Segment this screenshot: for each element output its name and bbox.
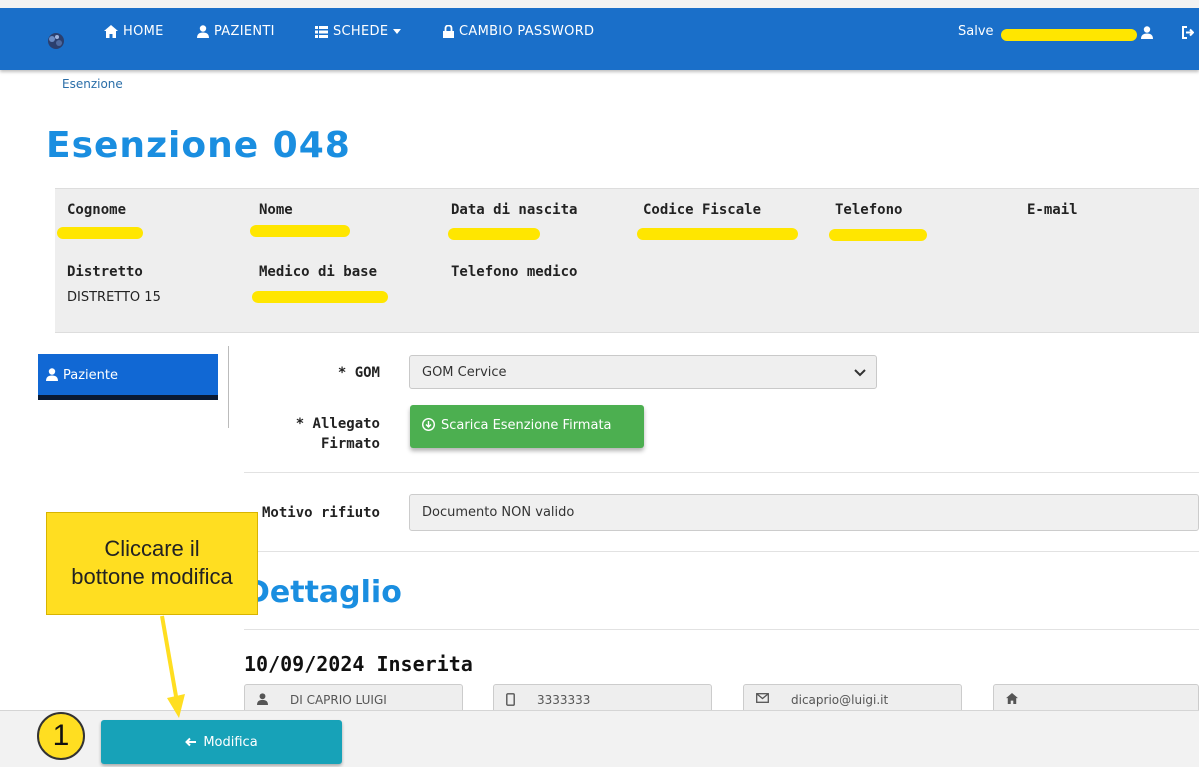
phone-label: Telefono bbox=[835, 202, 903, 218]
redacted-birth-date bbox=[448, 228, 540, 240]
tab-patient[interactable]: Paziente bbox=[38, 354, 218, 400]
redacted-tax-code bbox=[637, 228, 798, 240]
page-title: Esenzione 048 bbox=[46, 125, 351, 166]
breadcrumb[interactable]: Esenzione bbox=[62, 77, 123, 91]
detail-section-title: Dettaglio bbox=[245, 575, 402, 610]
step-number-badge: 1 bbox=[37, 712, 85, 760]
refusal-reason-field[interactable]: Documento NON valido bbox=[409, 494, 1199, 531]
user-icon bbox=[46, 368, 58, 381]
gom-select-value: GOM Cervice bbox=[422, 365, 507, 380]
divider bbox=[244, 551, 1199, 552]
nav-patients[interactable]: PAZIENTI bbox=[197, 24, 275, 39]
user-icon[interactable] bbox=[1141, 26, 1153, 39]
logout-icon[interactable] bbox=[1182, 26, 1194, 39]
lock-icon bbox=[443, 25, 454, 38]
redacted-phone bbox=[829, 229, 927, 241]
detail-date-status: 10/09/2024 Inserita bbox=[244, 652, 473, 676]
home-icon bbox=[104, 25, 118, 38]
tab-patient-label: Paziente bbox=[63, 368, 118, 383]
nav-cards-dropdown[interactable]: SCHEDE bbox=[315, 24, 402, 39]
edit-button[interactable]: Modifica bbox=[101, 720, 342, 764]
divider bbox=[244, 472, 1199, 473]
district-value: DISTRETTO 15 bbox=[67, 290, 161, 305]
gom-label: * GOM bbox=[337, 365, 380, 381]
callout-line-2: bottone modifica bbox=[71, 564, 233, 589]
chevron-down-icon bbox=[854, 369, 866, 377]
district-label: Distretto bbox=[67, 264, 143, 280]
nav-home-label: HOME bbox=[123, 24, 164, 39]
redacted-doctor bbox=[252, 291, 388, 303]
redacted-username bbox=[1001, 29, 1137, 41]
download-circle-icon bbox=[422, 418, 435, 431]
attachment-label: * Allegato Firmato bbox=[260, 414, 380, 454]
doctor-label: Medico di base bbox=[259, 264, 378, 280]
birth-date-label: Data di nascita bbox=[451, 202, 578, 218]
nav-change-password-label: CAMBIO PASSWORD bbox=[459, 24, 595, 39]
email-label: E-mail bbox=[1027, 202, 1078, 218]
user-icon bbox=[197, 25, 209, 38]
app-logo-icon[interactable] bbox=[44, 31, 68, 51]
home-icon bbox=[1006, 693, 1018, 704]
nav-change-password[interactable]: CAMBIO PASSWORD bbox=[443, 24, 594, 39]
download-button-label: Scarica Esenzione Firmata bbox=[441, 418, 612, 433]
download-signed-exemption-button[interactable]: Scarica Esenzione Firmata bbox=[410, 405, 644, 448]
refusal-reason-label: Motivo rifiuto bbox=[261, 505, 380, 521]
tax-code-label: Codice Fiscale bbox=[643, 202, 762, 218]
caret-down-icon bbox=[393, 29, 402, 34]
nav-cards-label: SCHEDE bbox=[333, 24, 389, 39]
list-icon bbox=[315, 25, 328, 38]
attachment-label-line-2: Firmato bbox=[320, 436, 380, 452]
doctor-phone-label: Telefono medico bbox=[451, 264, 578, 280]
divider bbox=[244, 629, 1199, 630]
name-label: Nome bbox=[259, 202, 293, 218]
envelope-icon bbox=[756, 693, 769, 703]
surname-label: Cognome bbox=[67, 202, 127, 218]
arrow-left-icon bbox=[185, 737, 197, 747]
nav-home[interactable]: HOME bbox=[104, 24, 164, 39]
attachment-label-line-1: * Allegato bbox=[295, 416, 380, 432]
mobile-phone-icon bbox=[506, 693, 515, 706]
edit-button-label: Modifica bbox=[203, 734, 258, 750]
greeting-text: Salve bbox=[958, 24, 994, 39]
instruction-callout: Cliccare il bottone modifica bbox=[46, 512, 258, 615]
redacted-name bbox=[250, 225, 350, 237]
gom-select[interactable]: GOM Cervice bbox=[409, 355, 877, 389]
redacted-surname bbox=[57, 227, 143, 239]
pointer-arrow-icon bbox=[160, 615, 185, 718]
user-icon bbox=[257, 693, 268, 705]
tab-divider bbox=[228, 346, 229, 428]
callout-line-1: Cliccare il bbox=[104, 536, 200, 561]
nav-patients-label: PAZIENTI bbox=[214, 24, 275, 39]
